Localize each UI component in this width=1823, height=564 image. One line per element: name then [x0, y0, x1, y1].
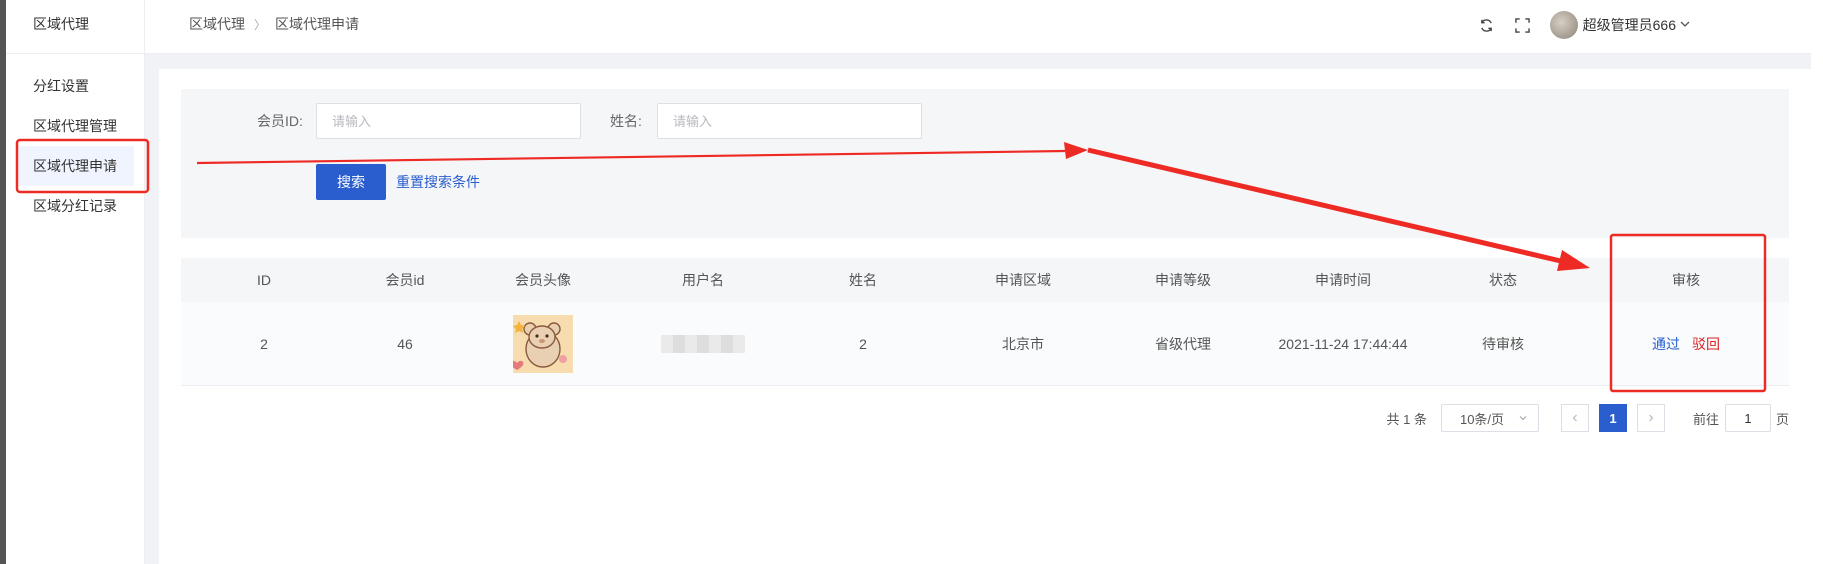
sidebar-menu: 分红设置 区域代理管理 区域代理申请 区域分红记录: [6, 54, 144, 226]
breadcrumb-separator-icon: 〉: [254, 18, 267, 32]
refresh-icon[interactable]: [1478, 16, 1496, 34]
chevron-down-icon: [1519, 416, 1527, 421]
search-button[interactable]: 搜索: [316, 164, 386, 200]
chevron-left-icon: [1572, 414, 1577, 422]
column-header-region: 申请区域: [995, 272, 1051, 288]
goto-suffix: 页: [1775, 411, 1789, 427]
page-size-value: 10条/页: [1459, 411, 1505, 427]
sidebar-item-dividend-records[interactable]: 区域分红记录: [6, 186, 144, 226]
column-header-avatar: 会员头像: [515, 272, 571, 288]
column-header-name: 姓名: [849, 272, 877, 288]
column-header-review: 审核: [1672, 272, 1700, 288]
name-input[interactable]: [657, 103, 922, 139]
column-header-time: 申请时间: [1315, 272, 1371, 288]
approve-link[interactable]: 通过: [1652, 334, 1680, 354]
sidebar: 区域代理 分红设置 区域代理管理 区域代理申请 区域分红记录: [6, 0, 145, 564]
pagination-total: 共 1 条: [1386, 411, 1427, 427]
goto-label: 前往: [1692, 411, 1719, 427]
table-header: ID 会员id 会员头像 用户名 姓名 申请区域 申请等级 申请时间 状态 审核: [181, 258, 1789, 302]
username-mosaic: [661, 334, 745, 353]
fullscreen-icon[interactable]: [1514, 16, 1532, 34]
goto-page-input[interactable]: [1724, 404, 1771, 432]
search-panel: 会员ID: 姓名: 搜索 重置搜索条件: [181, 89, 1789, 238]
member-avatar-image: [513, 314, 573, 373]
breadcrumb-item-current: 区域代理申请: [275, 16, 360, 32]
column-header-level: 申请等级: [1155, 272, 1211, 288]
cell-name: 2: [859, 335, 867, 352]
cell-username: [623, 302, 783, 385]
main-content: 会员ID: 姓名: 搜索 重置搜索条件 ID 会员id 会员头像 用户名 姓名 …: [159, 69, 1811, 564]
sidebar-item-agent-management[interactable]: 区域代理管理: [6, 106, 144, 146]
header-actions: 超级管理员666: [1478, 10, 1691, 40]
cell-review-actions: 通过 驳回: [1583, 302, 1789, 385]
user-avatar[interactable]: [1549, 11, 1578, 39]
column-header-username: 用户名: [682, 272, 724, 288]
table-row: 2 46 2 北京市 省级代理 2021-11-24 17:44:44 待审核 …: [181, 302, 1789, 386]
cell-time: 2021-11-24 17:44:44: [1278, 335, 1408, 352]
sidebar-item-agent-application[interactable]: 区域代理申请: [19, 146, 134, 186]
pagination: 共 1 条 10条/页 1 前往 页: [1386, 404, 1789, 432]
application-table: ID 会员id 会员头像 用户名 姓名 申请区域 申请等级 申请时间 状态 审核…: [181, 258, 1789, 386]
chevron-down-icon[interactable]: [1679, 17, 1691, 33]
page-number-current[interactable]: 1: [1598, 404, 1627, 432]
cell-id: 2: [260, 335, 268, 352]
breadcrumb: 区域代理〉区域代理申请: [189, 0, 359, 49]
column-header-id: ID: [257, 272, 271, 288]
cell-member-id: 46: [397, 335, 413, 352]
user-name[interactable]: 超级管理员666: [1583, 15, 1676, 35]
reject-link[interactable]: 驳回: [1692, 334, 1720, 354]
cell-status: 待审核: [1482, 335, 1524, 352]
column-header-member-id: 会员id: [385, 272, 425, 288]
chevron-right-icon: [1649, 414, 1654, 422]
window-right-edge: [1811, 0, 1823, 564]
reset-search-link[interactable]: 重置搜索条件: [396, 164, 480, 200]
cell-region: 北京市: [1002, 335, 1044, 352]
member-id-label: 会员ID:: [257, 113, 303, 129]
sidebar-item-dividend-settings[interactable]: 分红设置: [6, 66, 144, 106]
sidebar-title: 区域代理: [6, 0, 144, 54]
cell-level: 省级代理: [1155, 335, 1211, 352]
breadcrumb-item-region-agent[interactable]: 区域代理: [189, 16, 245, 32]
member-id-input[interactable]: [316, 103, 581, 139]
prev-page-button[interactable]: [1560, 404, 1589, 432]
next-page-button[interactable]: [1636, 404, 1665, 432]
page-size-select[interactable]: 10条/页: [1440, 404, 1539, 432]
top-bar: 区域代理〉区域代理申请 超级管理员666: [145, 0, 1811, 54]
cell-avatar: [463, 302, 623, 385]
name-label: 姓名:: [610, 113, 642, 129]
column-header-status: 状态: [1489, 272, 1517, 288]
